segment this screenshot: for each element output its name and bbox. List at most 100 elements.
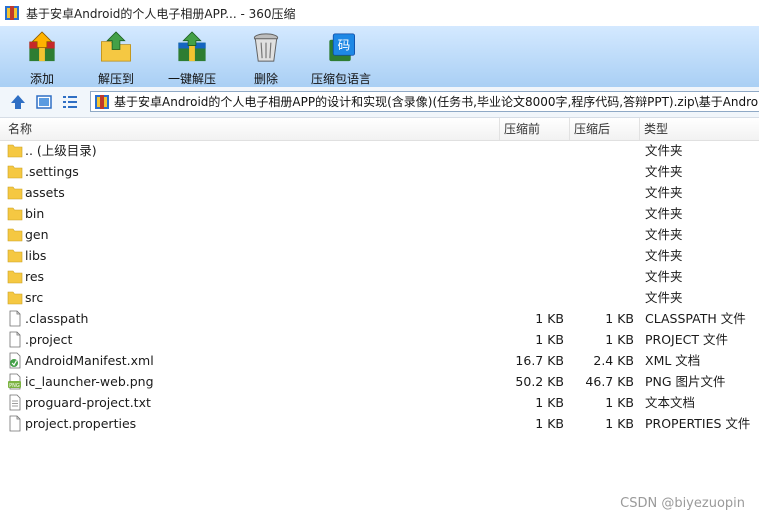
window-title: 基于安卓Android的个人电子相册APP... - 360压缩 — [26, 6, 296, 21]
file-type: 文本文档 — [645, 395, 696, 410]
extract-to-button[interactable]: 解压到 — [93, 26, 139, 87]
file-type: 文件夹 — [645, 269, 683, 284]
column-size[interactable]: 压缩前 — [500, 118, 570, 140]
column-packed[interactable]: 压缩后 — [570, 118, 640, 140]
file-name: project.properties — [25, 416, 137, 431]
add-label: 添加 — [29, 72, 54, 86]
navigation-bar: 基于安卓Android的个人电子相册APP的设计和实现(含录像)(任务书,毕业论… — [0, 87, 759, 118]
file-size: 16.7 KB — [515, 353, 564, 368]
app-logo-icon — [5, 6, 19, 20]
list-item[interactable]: gen 文件夹 — [0, 224, 759, 245]
blank-file-icon — [9, 415, 21, 432]
list-item[interactable]: .classpath 1 KB 1 KB CLASSPATH 文件 — [0, 308, 759, 329]
list-item[interactable]: AndroidManifest.xml 16.7 KB 2.4 KB XML 文… — [0, 350, 759, 371]
file-name: res — [25, 269, 45, 284]
title-bar: 基于安卓Android的个人电子相册APP... - 360压缩 — [0, 0, 759, 26]
list-item[interactable]: proguard-project.txt 1 KB 1 KB 文本文档 — [0, 392, 759, 413]
folder-icon — [7, 207, 23, 221]
toolbar: 添加 解压到 一键解压 删除 码 压缩包语言 — [0, 26, 759, 87]
file-size: 1 KB — [535, 416, 564, 431]
file-type: 文件夹 — [645, 227, 683, 242]
thumbnail-view-icon[interactable] — [35, 93, 53, 111]
file-name: libs — [25, 248, 47, 263]
file-type: PROPERTIES 文件 — [645, 416, 751, 431]
folder-icon — [7, 186, 23, 200]
folder-icon — [7, 165, 23, 179]
list-view-icon[interactable] — [61, 93, 79, 111]
list-item[interactable]: .. (上级目录) 文件夹 — [0, 140, 759, 161]
file-type: 文件夹 — [645, 248, 683, 263]
file-name: .. (上级目录) — [25, 143, 97, 158]
file-type: 文件夹 — [645, 206, 683, 221]
delete-label: 删除 — [253, 72, 278, 86]
file-packed-size: 1 KB — [605, 395, 634, 410]
list-item[interactable]: bin 文件夹 — [0, 203, 759, 224]
svg-text:码: 码 — [338, 37, 351, 52]
list-item[interactable]: res 文件夹 — [0, 266, 759, 287]
list-item[interactable]: .project 1 KB 1 KB PROJECT 文件 — [0, 329, 759, 350]
file-list: .. (上级目录) 文件夹 .settings 文件夹 assets 文件夹 b… — [0, 140, 759, 434]
file-name: gen — [25, 227, 49, 242]
file-packed-size: 1 KB — [605, 416, 634, 431]
file-name: assets — [25, 185, 65, 200]
archive-language-button[interactable]: 码 压缩包语言 — [309, 26, 373, 87]
svg-text:PNG: PNG — [9, 383, 20, 389]
file-type: PNG 图片文件 — [645, 374, 726, 389]
blank-file-icon — [9, 331, 21, 348]
archive-language-label: 压缩包语言 — [310, 72, 371, 86]
column-name[interactable]: 名称 — [4, 118, 500, 140]
archive-language-icon: 码 — [329, 33, 355, 62]
list-item[interactable]: assets 文件夹 — [0, 182, 759, 203]
file-size: 50.2 KB — [515, 374, 564, 389]
extract-to-icon — [101, 31, 131, 62]
file-size: 1 KB — [535, 395, 564, 410]
file-size: 1 KB — [535, 332, 564, 347]
file-packed-size: 2.4 KB — [593, 353, 634, 368]
file-packed-size: 1 KB — [605, 311, 634, 326]
file-type: 文件夹 — [645, 290, 683, 305]
address-path: 基于安卓Android的个人电子相册APP的设计和实现(含录像)(任务书,毕业论… — [114, 95, 759, 109]
text-file-icon — [9, 394, 21, 411]
file-type: XML 文档 — [645, 353, 701, 368]
file-packed-size: 1 KB — [605, 332, 634, 347]
file-name: ic_launcher-web.png — [25, 374, 154, 389]
blank-file-icon — [9, 310, 21, 327]
archive-icon — [95, 94, 109, 109]
file-type: CLASSPATH 文件 — [645, 311, 746, 326]
list-item[interactable]: project.properties 1 KB 1 KB PROPERTIES … — [0, 413, 759, 434]
one-click-extract-icon — [178, 31, 206, 62]
add-archive-icon — [29, 31, 55, 62]
file-packed-size: 46.7 KB — [585, 374, 634, 389]
list-item[interactable]: .settings 文件夹 — [0, 161, 759, 182]
file-name: bin — [25, 206, 45, 221]
list-item[interactable]: src 文件夹 — [0, 287, 759, 308]
delete-button[interactable]: 删除 — [248, 26, 284, 87]
one-click-extract-label: 一键解压 — [167, 72, 216, 86]
file-name: src — [25, 290, 44, 305]
file-name: AndroidManifest.xml — [25, 353, 154, 368]
column-type[interactable]: 类型 — [640, 118, 759, 140]
file-type: 文件夹 — [645, 143, 683, 158]
folder-icon — [7, 291, 23, 305]
folder-icon — [7, 270, 23, 284]
list-item[interactable]: libs 文件夹 — [0, 245, 759, 266]
file-name: .classpath — [25, 311, 89, 326]
file-name: .project — [25, 332, 73, 347]
one-click-extract-button[interactable]: 一键解压 — [166, 26, 218, 87]
trash-icon — [253, 33, 279, 62]
folder-icon — [7, 144, 23, 158]
xml-file-icon — [9, 352, 21, 369]
up-arrow-icon[interactable] — [9, 93, 27, 111]
list-header: 名称 压缩前 压缩后 类型 — [0, 118, 759, 141]
folder-icon — [7, 228, 23, 242]
file-name: .settings — [25, 164, 79, 179]
file-name: proguard-project.txt — [25, 395, 151, 410]
png-file-icon: PNG — [8, 373, 21, 390]
list-item[interactable]: PNG ic_launcher-web.png 50.2 KB 46.7 KB … — [0, 371, 759, 392]
extract-to-label: 解压到 — [97, 72, 134, 86]
address-bar[interactable]: 基于安卓Android的个人电子相册APP的设计和实现(含录像)(任务书,毕业论… — [90, 91, 759, 112]
add-button[interactable]: 添加 — [22, 26, 62, 87]
file-type: PROJECT 文件 — [645, 332, 728, 347]
file-type: 文件夹 — [645, 185, 683, 200]
folder-icon — [7, 249, 23, 263]
